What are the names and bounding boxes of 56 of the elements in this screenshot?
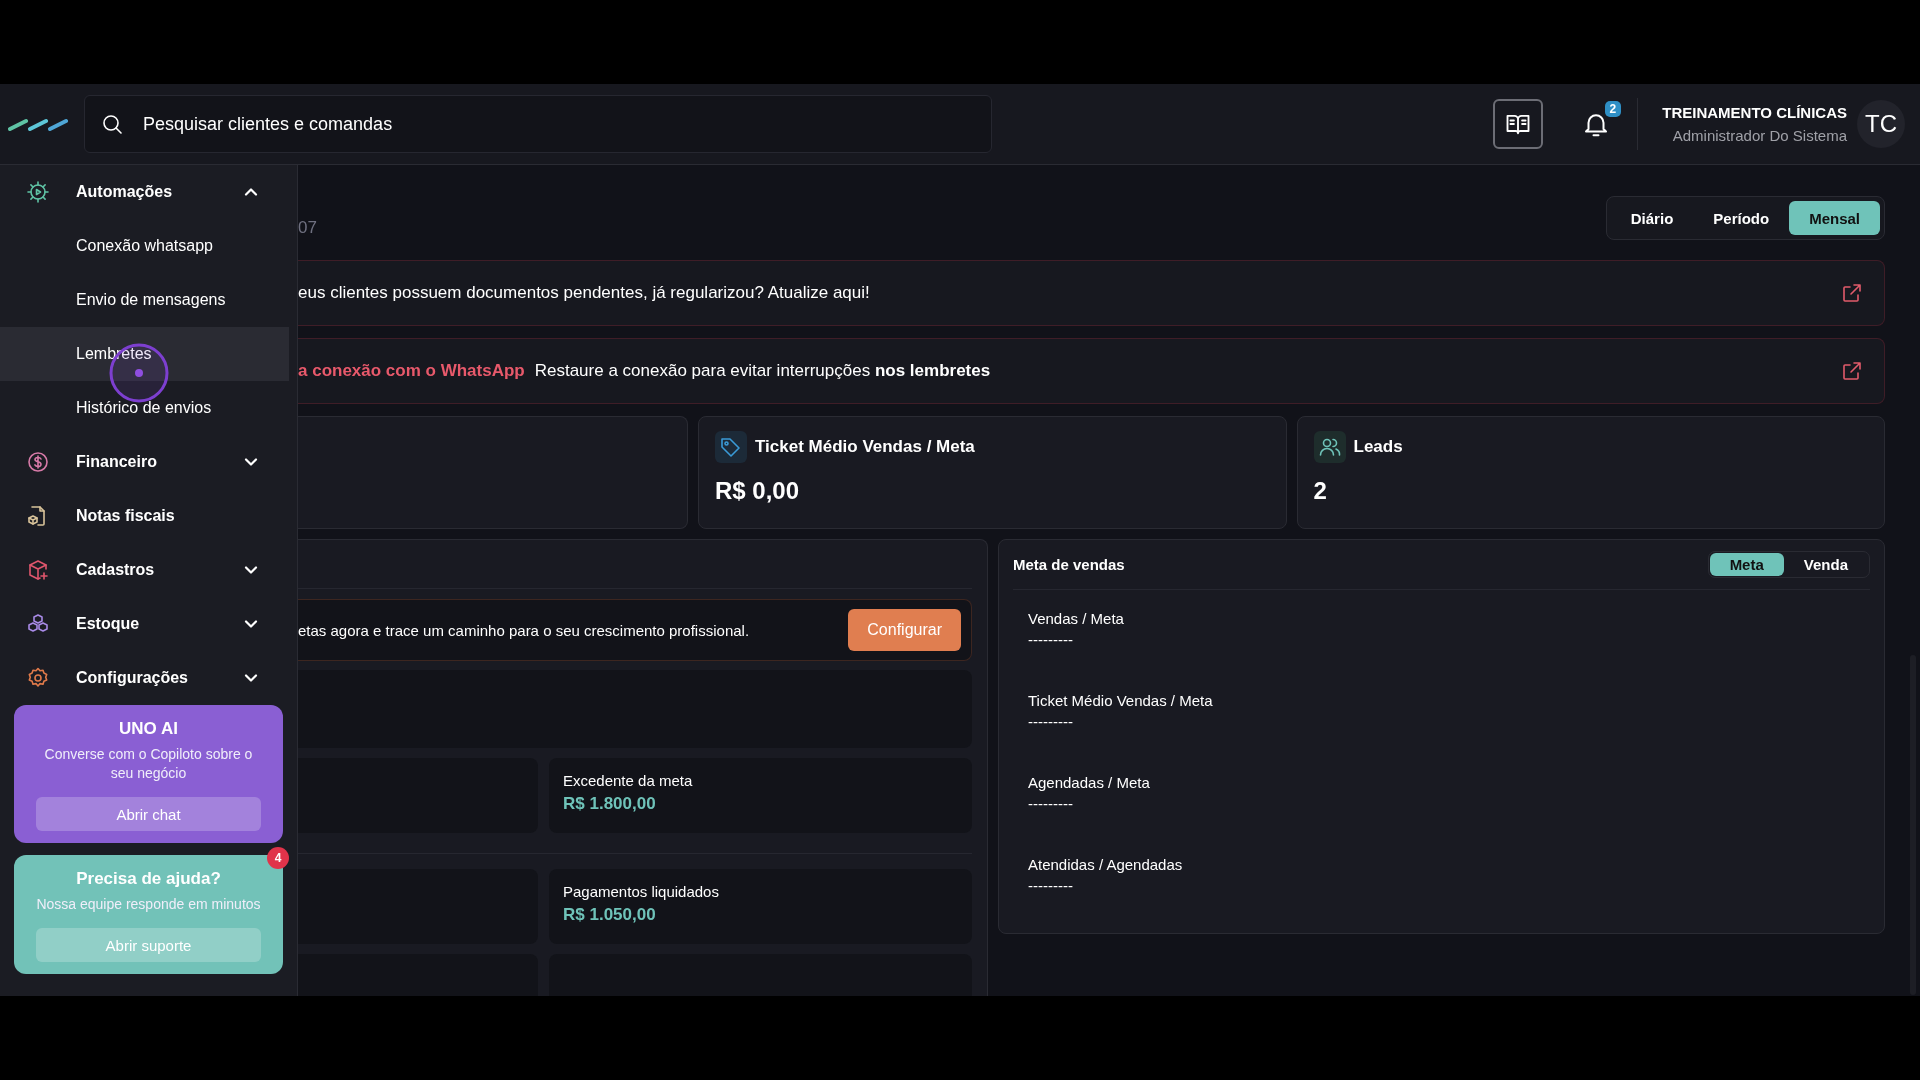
book-button[interactable] [1493, 99, 1544, 149]
goal-value: --------- [1028, 713, 1074, 730]
stat-value: R$ 0,00 [715, 477, 801, 505]
sidebar-item[interactable]: Notas fiscais [0, 489, 289, 543]
stat-title: Leads [1353, 437, 1403, 457]
box-plus-icon [26, 558, 50, 582]
tag-icon [719, 435, 743, 459]
goal-value: --------- [1028, 631, 1074, 648]
promo-text: Nossa equipe responde em minutos [36, 895, 261, 914]
goal-label: Agendadas / Meta [1028, 774, 1151, 791]
alert-text: eus clientes possuem documentos pendentes, já regularizou? Atualize aqui! [298, 283, 871, 303]
period-tab[interactable]: Período [1693, 201, 1790, 235]
goal-value: --------- [1028, 795, 1074, 812]
goal-value: --------- [1028, 877, 1074, 894]
toggle-tab[interactable]: Venda [1783, 553, 1868, 576]
metric-label: Pagamentos liquidados [563, 883, 720, 900]
metric-value: R$ 1.800,00 [563, 794, 657, 814]
stat-value: 2 [1313, 477, 1328, 505]
gear-icon [26, 180, 50, 204]
external-link-icon [1840, 281, 1864, 305]
support-badge: 4 [267, 847, 289, 869]
notification-count: 2 [1604, 101, 1622, 117]
alert-text: Restaure a conexão para evitar interrupções nos lembretes [534, 361, 992, 381]
stat-title: Ticket Médio Vendas / Meta [755, 437, 975, 457]
sidebar-item[interactable]: Cadastros [0, 543, 289, 597]
gear-icon [26, 666, 50, 690]
external-link-icon [1840, 359, 1864, 383]
goal-label: Vendas / Meta [1028, 610, 1125, 627]
alert-title: a conexão com o WhatsApp [298, 361, 525, 381]
sidebar-item[interactable]: Automações [0, 165, 289, 219]
sidebar-item[interactable]: Estoque [0, 597, 289, 651]
dollar-icon [26, 450, 50, 474]
user-avatar[interactable]: TC [1857, 100, 1905, 148]
period-tab[interactable]: Diário [1610, 201, 1694, 235]
user-role: Administrador Do Sistema [1672, 127, 1847, 144]
date-text: 07 [298, 218, 317, 238]
scrollbar[interactable] [1910, 655, 1916, 995]
promo-title: UNO AI [119, 719, 178, 739]
goal-label: Atendidas / Agendadas [1028, 856, 1184, 873]
promo-title: Precisa de ajuda? [76, 869, 221, 889]
sidebar-item[interactable]: Financeiro [0, 435, 289, 489]
goal-label: Ticket Médio Vendas / Meta [1028, 692, 1214, 709]
metric-label: Excedente da meta [563, 772, 694, 789]
submenu-item[interactable]: Histórico de envios [0, 381, 289, 435]
panel-title: Meta de vendas [1013, 556, 1125, 573]
banner-text: etas agora e trace um caminho para o seu crescimento profissional. [298, 621, 750, 639]
sidebar-item[interactable]: Configurações [0, 651, 289, 705]
metric-value: R$ 1.050,00 [563, 905, 657, 925]
search-field[interactable]: Pesquisar clientes e comandas [84, 95, 992, 153]
period-tab[interactable]: Mensal [1789, 201, 1880, 235]
promo-text: Converse com o Copiloto sobre o seu negócio [43, 745, 254, 783]
user-name: TREINAMENTO CLÍNICAS [1662, 104, 1847, 121]
logo-icon [8, 117, 70, 131]
submenu-item[interactable]: Envio de mensagens [0, 273, 289, 327]
toggle-tab[interactable]: Meta [1709, 553, 1784, 576]
submenu-item[interactable]: Conexão whatsapp [0, 219, 289, 273]
